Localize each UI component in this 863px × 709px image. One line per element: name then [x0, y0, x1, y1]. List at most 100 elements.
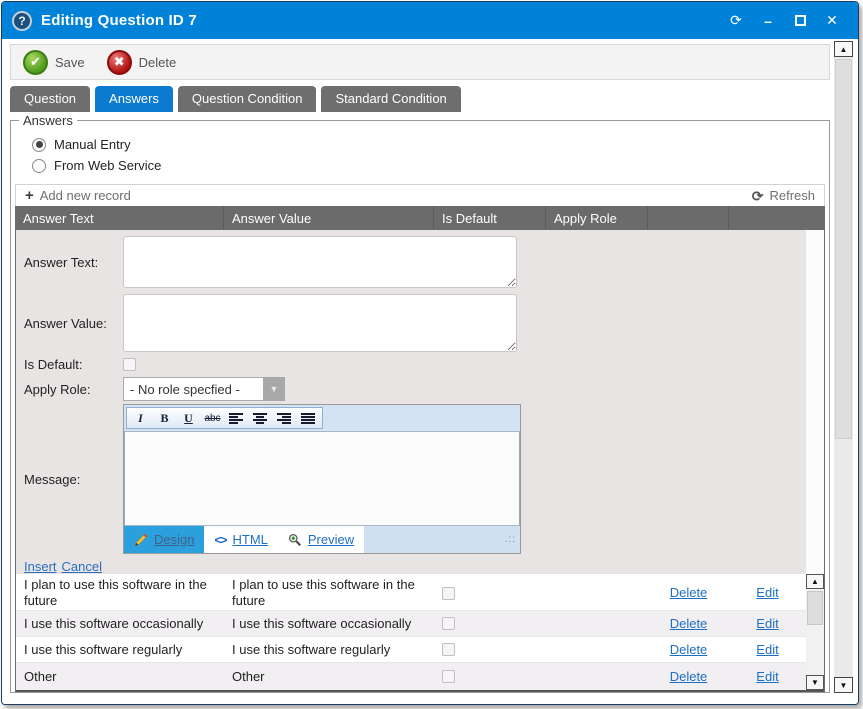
grid-rows: I plan to use this software in the futur… — [16, 574, 806, 690]
answer-value-label: Answer Value: — [24, 316, 123, 331]
maximize-icon[interactable] — [784, 13, 816, 29]
answer-value-input[interactable] — [123, 294, 517, 352]
delete-link[interactable]: Delete — [670, 669, 708, 685]
grid-body: Answer Text: Answer Value: Is Default: — [15, 230, 825, 692]
answer-text-input[interactable] — [123, 236, 517, 288]
message-label: Message: — [24, 472, 123, 487]
code-brackets-icon: <> — [214, 533, 226, 547]
justify-icon[interactable] — [297, 409, 320, 428]
apply-role-label: Apply Role: — [24, 382, 123, 397]
cell-answer-value: I use this software occasionally — [224, 611, 434, 636]
magnifier-plus-icon — [288, 533, 302, 547]
cell-answer-value: I use this software regularly — [224, 637, 434, 662]
insert-form: Answer Text: Answer Value: Is Default: — [16, 230, 806, 574]
refresh-label: Refresh — [769, 188, 815, 203]
align-left-icon[interactable] — [225, 409, 248, 428]
dialog-content: ✔ Save ✖ Delete Question Answers Questio… — [2, 39, 858, 705]
scroll-down-icon[interactable]: ▼ — [834, 677, 853, 693]
refresh-button[interactable]: ⟳ Refresh — [752, 188, 815, 203]
delete-link[interactable]: Delete — [670, 616, 708, 632]
design-tab[interactable]: Design — [124, 526, 204, 553]
cancel-link[interactable]: Cancel — [62, 559, 102, 574]
scroll-up-icon[interactable]: ▲ — [834, 41, 853, 57]
window-scrollbar[interactable]: ▲ ▼ — [834, 41, 853, 693]
delete-button[interactable]: ✖ Delete — [107, 50, 177, 75]
table-row: I use this software occasionally I use t… — [16, 611, 806, 637]
action-toolbar: ✔ Save ✖ Delete — [10, 44, 830, 80]
refresh-icon[interactable]: ⟳ — [720, 12, 752, 29]
window-scrollbar-thumb[interactable] — [835, 59, 852, 439]
table-row: Other Other Delete Edit — [16, 663, 806, 690]
message-rich-text-editor: I B U abc — [123, 404, 521, 554]
radio-label: Manual Entry — [54, 137, 131, 152]
cell-answer-text: Other — [16, 663, 224, 690]
row-is-default-checkbox[interactable] — [442, 670, 455, 683]
align-right-icon[interactable] — [273, 409, 296, 428]
is-default-label: Is Default: — [24, 357, 123, 372]
save-check-icon: ✔ — [23, 50, 48, 75]
edit-link[interactable]: Edit — [756, 616, 778, 632]
column-header-answer-value: Answer Value — [223, 206, 433, 230]
align-center-icon[interactable] — [249, 409, 272, 428]
radio-manual-entry[interactable]: Manual Entry — [32, 134, 826, 155]
cell-apply-role — [546, 637, 648, 662]
cell-answer-value: I plan to use this software in the futur… — [224, 574, 434, 612]
window-title: Editing Question ID 7 — [41, 12, 197, 29]
radio-from-web-service[interactable]: From Web Service — [32, 155, 826, 176]
rte-content-area[interactable] — [124, 431, 520, 526]
html-tab[interactable]: <> HTML — [204, 526, 277, 553]
delete-link[interactable]: Delete — [670, 642, 708, 658]
row-is-default-checkbox[interactable] — [442, 643, 455, 656]
column-header-apply-role: Apply Role — [545, 206, 647, 230]
chevron-down-icon[interactable]: ▼ — [263, 377, 285, 401]
delete-link[interactable]: Delete — [670, 585, 708, 601]
row-is-default-checkbox[interactable] — [442, 617, 455, 630]
is-default-checkbox[interactable] — [123, 358, 136, 371]
save-button[interactable]: ✔ Save — [23, 50, 85, 75]
apply-role-dropdown[interactable]: - No role specfied - ▼ — [123, 377, 285, 401]
italic-button[interactable]: I — [129, 409, 152, 428]
radio-icon-checked[interactable] — [32, 138, 46, 152]
add-new-record-button[interactable]: + Add new record — [25, 188, 131, 203]
radio-icon-unchecked[interactable] — [32, 159, 46, 173]
editor-resize-grip[interactable]: .:: — [505, 534, 516, 545]
save-label: Save — [55, 55, 85, 70]
rte-toolbar: I B U abc — [124, 405, 520, 431]
insert-link[interactable]: Insert — [24, 559, 57, 574]
preview-tab[interactable]: Preview — [278, 526, 364, 553]
bold-button[interactable]: B — [153, 409, 176, 428]
rows-scrollbar-thumb[interactable] — [807, 591, 823, 625]
edit-link[interactable]: Edit — [756, 642, 778, 658]
column-header-answer-text: Answer Text — [15, 206, 223, 230]
column-header-empty-2 — [728, 206, 825, 230]
edit-link[interactable]: Edit — [756, 669, 778, 685]
grid-header-row: Answer Text Answer Value Is Default Appl… — [15, 206, 825, 230]
titlebar: ? Editing Question ID 7 ⟳ – ✕ — [2, 2, 858, 39]
tab-question-condition[interactable]: Question Condition — [178, 86, 317, 112]
tab-answers[interactable]: Answers — [95, 86, 173, 112]
edit-link[interactable]: Edit — [756, 585, 778, 601]
cell-answer-text: I plan to use this software in the futur… — [16, 574, 224, 612]
table-row: I use this software regularly I use this… — [16, 637, 806, 663]
grid-toolbar: + Add new record ⟳ Refresh — [15, 184, 825, 206]
cell-answer-text: I use this software regularly — [16, 637, 224, 662]
cell-answer-text: I use this software occasionally — [16, 611, 224, 636]
scroll-down-icon[interactable]: ▼ — [806, 675, 824, 690]
add-new-record-label: Add new record — [40, 188, 131, 203]
delete-x-icon: ✖ — [107, 50, 132, 75]
answers-legend: Answers — [19, 113, 77, 128]
row-is-default-checkbox[interactable] — [442, 587, 455, 600]
cell-apply-role — [546, 611, 648, 636]
cell-answer-value: Other — [224, 663, 434, 690]
minimize-icon[interactable]: – — [752, 13, 784, 29]
close-icon[interactable]: ✕ — [816, 12, 848, 29]
tab-question[interactable]: Question — [10, 86, 90, 112]
strikethrough-button[interactable]: abc — [201, 409, 224, 428]
column-header-is-default: Is Default — [433, 206, 545, 230]
help-icon[interactable]: ? — [12, 11, 32, 31]
tab-standard-condition[interactable]: Standard Condition — [321, 86, 460, 112]
window-controls: ⟳ – ✕ — [720, 12, 848, 29]
rows-scrollbar[interactable]: ▲ ▼ — [806, 574, 824, 690]
underline-button[interactable]: U — [177, 409, 200, 428]
scroll-up-icon[interactable]: ▲ — [806, 574, 824, 589]
